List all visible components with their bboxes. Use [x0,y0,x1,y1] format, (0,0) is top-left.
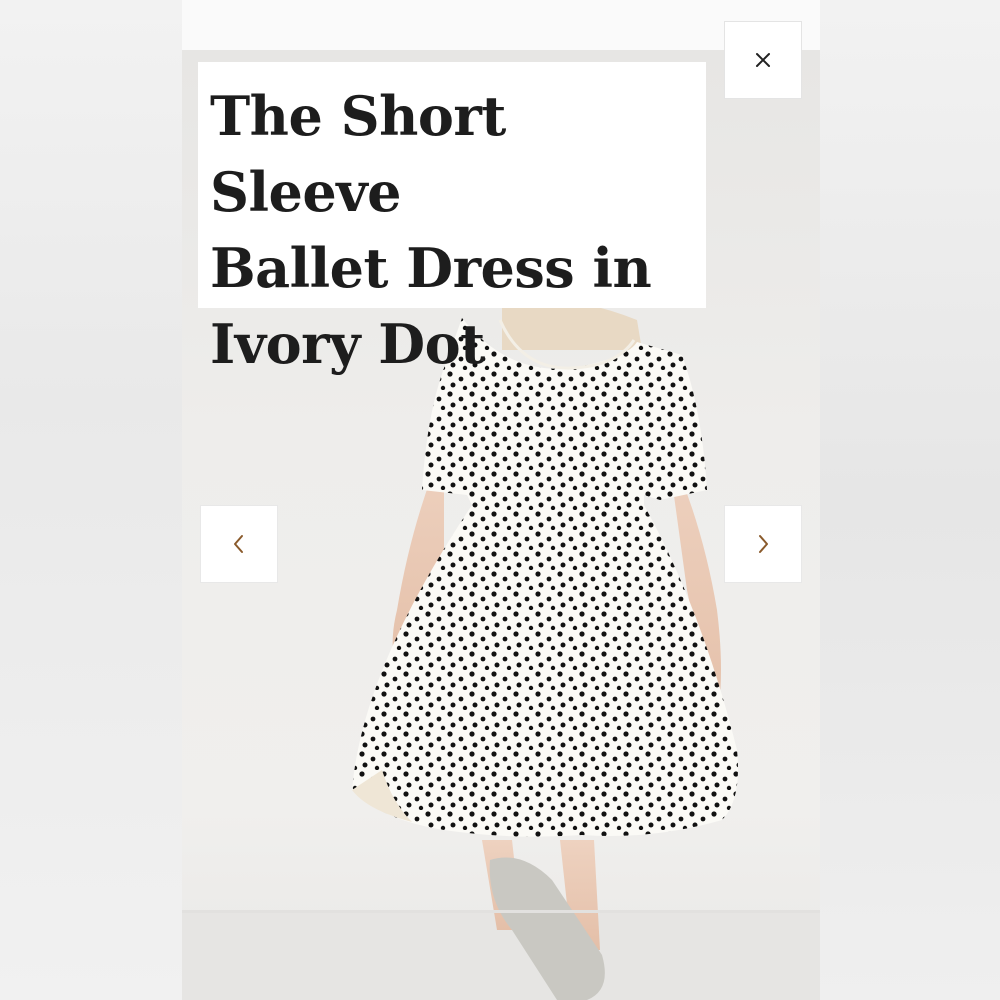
next-image-button[interactable] [724,505,802,583]
backdrop-right [820,0,1000,1000]
chevron-right-icon [756,533,770,555]
backdrop-left [0,0,182,1000]
lightbox-backdrop: The Short Sleeve Ballet Dress in Ivory D… [0,0,1000,1000]
product-title-line-3: Ivory Dot [210,312,485,376]
close-icon [754,51,772,69]
previous-image-button[interactable] [200,505,278,583]
floor-line [182,910,820,913]
product-title-line-2: Ballet Dress in [210,236,652,300]
product-title-line-1: The Short Sleeve [210,84,506,224]
chevron-left-icon [232,533,246,555]
close-button[interactable] [724,21,802,99]
product-title-box: The Short Sleeve Ballet Dress in Ivory D… [198,62,706,376]
product-title: The Short Sleeve Ballet Dress in Ivory D… [210,78,694,382]
